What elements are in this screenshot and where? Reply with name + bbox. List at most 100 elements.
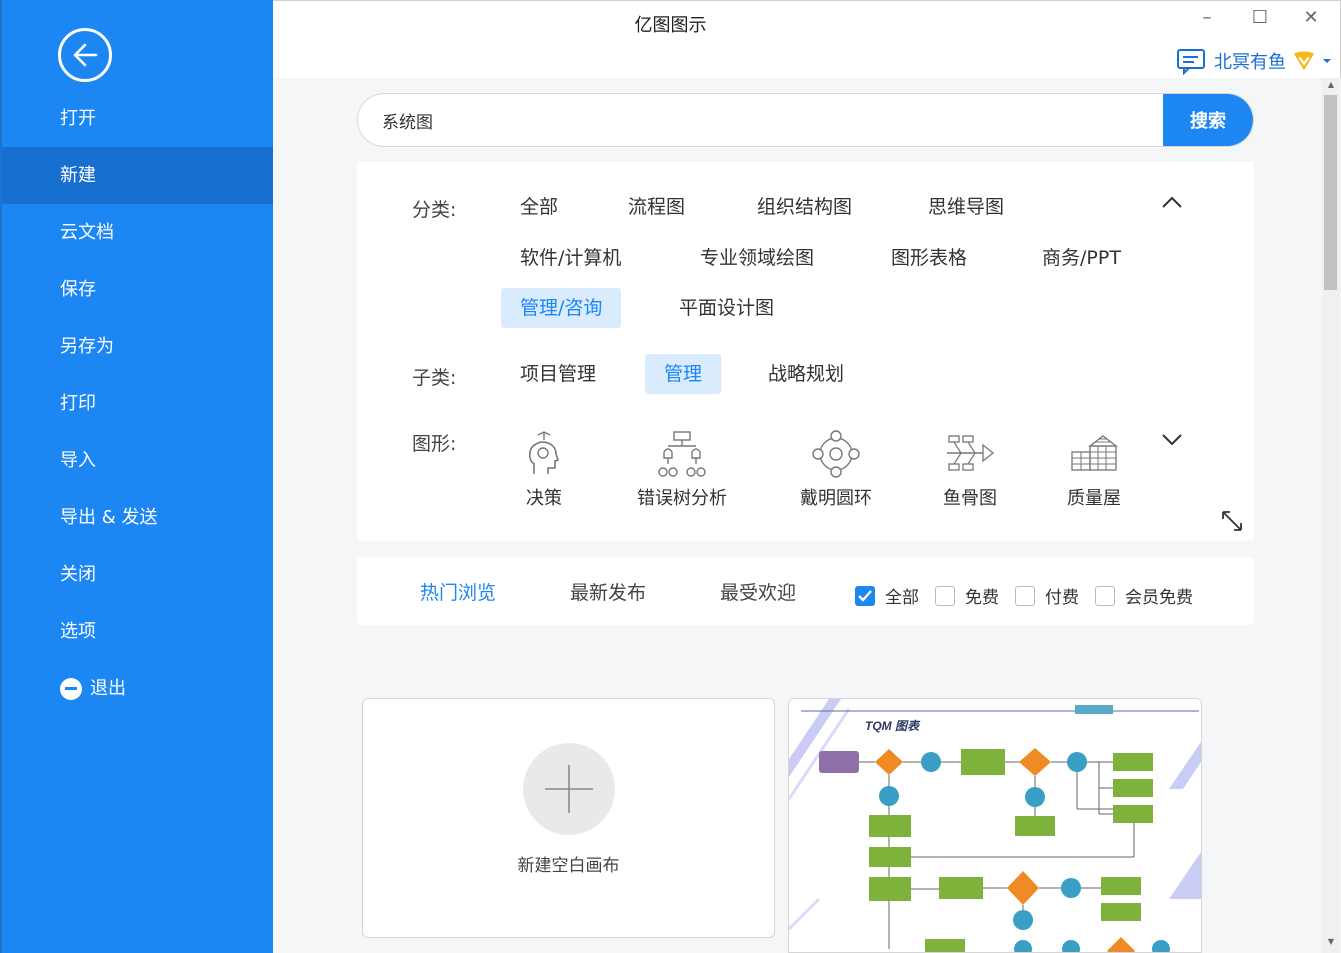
sidebar-item-new[interactable]: 新建 <box>2 147 273 204</box>
sidebar-item-label: 打印 <box>60 393 96 414</box>
shape-item-deming-cycle[interactable]: 戴明圆环 <box>776 428 896 510</box>
sidebar-item-label: 关闭 <box>60 564 96 585</box>
category-chip-software[interactable]: 软件/计算机 <box>501 238 640 278</box>
shape-item-fishbone[interactable]: 鱼骨图 <box>910 428 1030 510</box>
category-chip-management[interactable]: 管理/咨询 <box>501 288 622 328</box>
search-input[interactable] <box>358 94 1166 146</box>
expand-icon[interactable] <box>1220 509 1244 533</box>
subcategory-chip-project-mgmt[interactable]: 项目管理 <box>501 354 615 394</box>
sidebar-item-import[interactable]: 导入 <box>2 432 273 489</box>
message-icon[interactable] <box>1176 47 1208 75</box>
category-chip-graphic-design[interactable]: 平面设计图 <box>660 288 793 328</box>
user-menu[interactable]: 北冥有鱼 <box>1176 47 1332 75</box>
scroll-down-arrow-icon[interactable]: ▼ <box>1322 937 1340 951</box>
head-decision-icon <box>528 431 560 474</box>
sidebar-item-print[interactable]: 打印 <box>2 375 273 432</box>
shape-item-fault-tree[interactable]: 错误树分析 <box>622 428 742 510</box>
dropdown-caret-icon[interactable] <box>1322 57 1332 65</box>
shape-item-label: 鱼骨图 <box>943 488 997 509</box>
sidebar-item-open[interactable]: 打开 <box>2 90 273 147</box>
sidebar-item-exit[interactable]: 退出 <box>2 660 273 717</box>
sidebar-item-label: 打开 <box>60 108 96 129</box>
checkbox-unchecked-icon <box>1015 585 1035 606</box>
scroll-up-arrow-icon[interactable]: ▲ <box>1322 80 1340 94</box>
category-label: 分类: <box>412 199 457 221</box>
category-chip-graphic-tables[interactable]: 图形表格 <box>872 238 986 278</box>
shape-item-label: 决策 <box>526 488 562 509</box>
arrow-left-icon <box>73 43 98 67</box>
shape-label: 图形: <box>412 433 457 455</box>
category-chip-all[interactable]: 全部 <box>501 187 577 227</box>
sidebar-item-label: 另存为 <box>60 336 114 357</box>
category-chip-org-chart[interactable]: 组织结构图 <box>738 187 871 227</box>
vip-badge-icon <box>1292 50 1316 72</box>
checkbox-label: 付费 <box>1045 588 1079 608</box>
sidebar-item-label: 导入 <box>60 450 96 471</box>
app-title: 亿图图示 <box>634 15 707 36</box>
house-of-quality-icon <box>1071 435 1118 471</box>
search-button[interactable]: 搜索 <box>1163 94 1253 146</box>
shape-item-decision[interactable]: 决策 <box>484 428 604 510</box>
shape-item-house-of-quality[interactable]: 质量屋 <box>1034 428 1154 510</box>
subcategory-label: 子类: <box>412 367 457 389</box>
back-button[interactable] <box>58 28 112 82</box>
category-chip-business-ppt[interactable]: 商务/PPT <box>1023 238 1140 278</box>
checkbox-label: 全部 <box>885 588 919 608</box>
subcategory-chip-strategy[interactable]: 战略规划 <box>749 354 863 394</box>
sidebar-item-export-send[interactable]: 导出 & 发送 <box>2 489 273 546</box>
sidebar-item-label: 退出 <box>90 678 126 699</box>
sidebar: 打开 新建 云文档 保存 另存为 打印 导入 导出 & 发送 关闭 选项 退出 <box>0 0 273 953</box>
checkbox-checked-icon <box>855 585 875 606</box>
sidebar-item-label: 新建 <box>60 165 96 186</box>
category-chip-flowchart[interactable]: 流程图 <box>609 187 704 227</box>
search-bar: 搜索 <box>357 93 1254 147</box>
user-name[interactable]: 北冥有鱼 <box>1214 48 1286 74</box>
deming-cycle-icon <box>812 430 860 478</box>
template-title: TQM 图表 <box>865 719 921 733</box>
sidebar-item-close[interactable]: 关闭 <box>2 546 273 603</box>
close-button[interactable]: ✕ <box>1299 7 1323 28</box>
new-blank-canvas-card[interactable]: 新建空白画布 <box>362 698 775 938</box>
filter-checkbox-free[interactable]: 免费 <box>935 583 999 608</box>
sidebar-item-save[interactable]: 保存 <box>2 261 273 318</box>
checkbox-unchecked-icon <box>935 585 955 606</box>
subcategory-chip-management[interactable]: 管理 <box>645 354 722 394</box>
sidebar-item-label: 保存 <box>60 279 96 300</box>
shape-item-label: 错误树分析 <box>637 488 727 509</box>
sidebar-menu: 打开 新建 云文档 保存 另存为 打印 导入 导出 & 发送 关闭 选项 退出 <box>2 90 273 717</box>
sidebar-item-options[interactable]: 选项 <box>2 603 273 660</box>
checkbox-label: 免费 <box>965 588 999 608</box>
template-card-tqm[interactable]: TQM 图表 <box>788 698 1202 953</box>
sort-tab-hot[interactable]: 热门浏览 <box>420 578 496 605</box>
checkbox-unchecked-icon <box>1095 585 1115 606</box>
scrollbar-thumb[interactable] <box>1324 95 1337 290</box>
title-bar: 亿图图示 – ☐ ✕ 北冥有鱼 <box>273 0 1341 78</box>
sidebar-item-label: 选项 <box>60 621 96 642</box>
shape-item-label: 戴明圆环 <box>800 488 872 509</box>
filter-checkbox-all[interactable]: 全部 <box>855 583 919 608</box>
checkbox-label: 会员免费 <box>1125 588 1193 608</box>
plus-icon <box>523 743 615 835</box>
shape-item-label: 质量屋 <box>1067 488 1121 509</box>
minus-circle-icon <box>60 677 82 700</box>
sort-tab-popular[interactable]: 最受欢迎 <box>720 578 796 605</box>
template-thumbnail: TQM 图表 <box>789 699 1201 952</box>
sort-tab-newest[interactable]: 最新发布 <box>570 578 646 605</box>
sidebar-item-save-as[interactable]: 另存为 <box>2 318 273 375</box>
sidebar-item-label: 导出 & 发送 <box>60 507 158 528</box>
sidebar-item-cloud-docs[interactable]: 云文档 <box>2 204 273 261</box>
filter-panel: 分类: 全部 流程图 组织结构图 思维导图 软件/计算机 专业领域绘图 图形表格… <box>357 162 1254 541</box>
fishbone-icon <box>947 435 995 471</box>
category-chip-professional[interactable]: 专业领域绘图 <box>681 238 833 278</box>
filter-checkbox-paid[interactable]: 付费 <box>1015 583 1079 608</box>
minimize-button[interactable]: – <box>1195 7 1219 28</box>
sidebar-item-label: 云文档 <box>60 222 114 243</box>
category-chip-mind-map[interactable]: 思维导图 <box>909 187 1023 227</box>
fault-tree-icon <box>658 431 706 477</box>
new-blank-canvas-label: 新建空白画布 <box>517 856 620 876</box>
sort-bar: 热门浏览 最新发布 最受欢迎 全部 免费 付费 会员免费 <box>357 557 1254 625</box>
chevron-up-icon[interactable] <box>1161 192 1183 214</box>
chevron-down-icon[interactable] <box>1161 428 1183 450</box>
filter-checkbox-member-free[interactable]: 会员免费 <box>1095 583 1193 608</box>
maximize-button[interactable]: ☐ <box>1248 7 1272 28</box>
